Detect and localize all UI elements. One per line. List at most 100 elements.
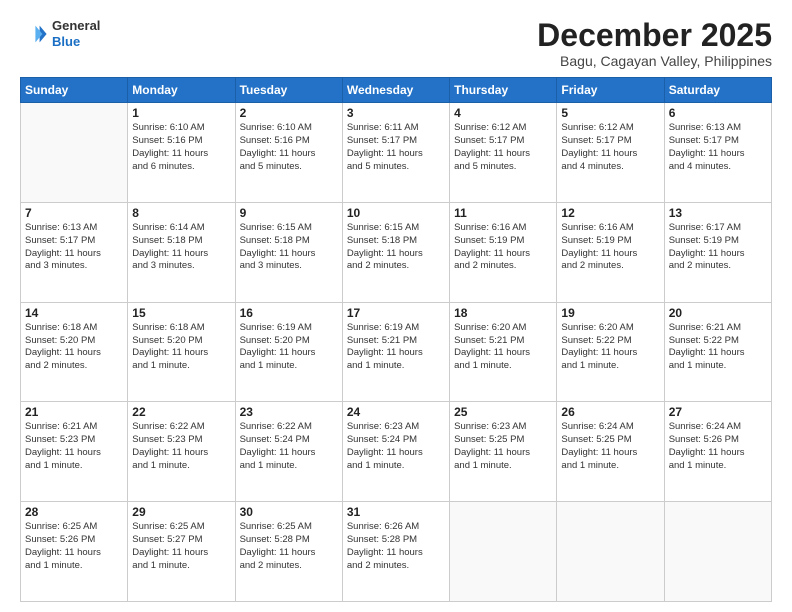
day-number: 20 [669, 306, 767, 320]
logo-icon [20, 20, 48, 48]
calendar-week-3: 14 Sunrise: 6:18 AM Sunset: 5:20 PM Dayli… [21, 302, 772, 402]
day-number: 13 [669, 206, 767, 220]
day-detail: Sunrise: 6:17 AM Sunset: 5:19 PM Dayligh… [669, 222, 767, 273]
calendar-cell: 24 Sunrise: 6:23 AM Sunset: 5:24 PM Dayli… [342, 402, 449, 502]
calendar-cell: 25 Sunrise: 6:23 AM Sunset: 5:25 PM Dayli… [450, 402, 557, 502]
day-number: 26 [561, 405, 659, 419]
page: General Blue December 2025 Bagu, Cagayan… [0, 0, 792, 612]
day-detail: Sunrise: 6:25 AM Sunset: 5:26 PM Dayligh… [25, 521, 123, 572]
day-number: 12 [561, 206, 659, 220]
calendar-body: 1Sunrise: 6:10 AM Sunset: 5:16 PM Daylig… [21, 103, 772, 602]
calendar-cell: 19 Sunrise: 6:20 AM Sunset: 5:22 PM Dayli… [557, 302, 664, 402]
day-number: 8 [132, 206, 230, 220]
calendar-cell [21, 103, 128, 203]
day-detail: Sunrise: 6:22 AM Sunset: 5:23 PM Dayligh… [132, 421, 230, 472]
calendar-cell: 5Sunrise: 6:12 AM Sunset: 5:17 PM Daylig… [557, 103, 664, 203]
calendar-cell: 14 Sunrise: 6:18 AM Sunset: 5:20 PM Dayli… [21, 302, 128, 402]
day-detail: Sunrise: 6:11 AM Sunset: 5:17 PM Dayligh… [347, 122, 445, 173]
day-number: 7 [25, 206, 123, 220]
day-detail: Sunrise: 6:18 AM Sunset: 5:20 PM Dayligh… [25, 322, 123, 373]
calendar-cell: 18Sunrise: 6:20 AM Sunset: 5:21 PM Dayli… [450, 302, 557, 402]
calendar-cell: 15 Sunrise: 6:18 AM Sunset: 5:20 PM Dayli… [128, 302, 235, 402]
logo-blue: Blue [52, 34, 100, 50]
day-detail: Sunrise: 6:16 AM Sunset: 5:19 PM Dayligh… [561, 222, 659, 273]
calendar-week-5: 28 Sunrise: 6:25 AM Sunset: 5:26 PM Dayli… [21, 502, 772, 602]
day-number: 21 [25, 405, 123, 419]
calendar-cell: 1Sunrise: 6:10 AM Sunset: 5:16 PM Daylig… [128, 103, 235, 203]
calendar-week-4: 21 Sunrise: 6:21 AM Sunset: 5:23 PM Dayli… [21, 402, 772, 502]
day-number: 25 [454, 405, 552, 419]
day-detail: Sunrise: 6:16 AM Sunset: 5:19 PM Dayligh… [454, 222, 552, 273]
calendar-cell: 11 Sunrise: 6:16 AM Sunset: 5:19 PM Dayli… [450, 202, 557, 302]
day-detail: Sunrise: 6:24 AM Sunset: 5:25 PM Dayligh… [561, 421, 659, 472]
day-number: 3 [347, 106, 445, 120]
day-number: 29 [132, 505, 230, 519]
day-detail: Sunrise: 6:20 AM Sunset: 5:22 PM Dayligh… [561, 322, 659, 373]
calendar-cell: 2Sunrise: 6:10 AM Sunset: 5:16 PM Daylig… [235, 103, 342, 203]
day-detail: Sunrise: 6:23 AM Sunset: 5:24 PM Dayligh… [347, 421, 445, 472]
weekday-header-sunday: Sunday [21, 78, 128, 103]
logo: General Blue [20, 18, 100, 49]
calendar-cell: 30Sunrise: 6:25 AM Sunset: 5:28 PM Dayli… [235, 502, 342, 602]
day-detail: Sunrise: 6:24 AM Sunset: 5:26 PM Dayligh… [669, 421, 767, 472]
day-number: 2 [240, 106, 338, 120]
day-detail: Sunrise: 6:21 AM Sunset: 5:22 PM Dayligh… [669, 322, 767, 373]
day-detail: Sunrise: 6:15 AM Sunset: 5:18 PM Dayligh… [240, 222, 338, 273]
calendar-cell: 31 Sunrise: 6:26 AM Sunset: 5:28 PM Dayli… [342, 502, 449, 602]
day-detail: Sunrise: 6:10 AM Sunset: 5:16 PM Dayligh… [132, 122, 230, 173]
day-number: 27 [669, 405, 767, 419]
day-number: 22 [132, 405, 230, 419]
calendar-cell: 21 Sunrise: 6:21 AM Sunset: 5:23 PM Dayli… [21, 402, 128, 502]
calendar-cell: 10Sunrise: 6:15 AM Sunset: 5:18 PM Dayli… [342, 202, 449, 302]
day-number: 11 [454, 206, 552, 220]
day-detail: Sunrise: 6:21 AM Sunset: 5:23 PM Dayligh… [25, 421, 123, 472]
calendar-cell: 7 Sunrise: 6:13 AM Sunset: 5:17 PM Daylig… [21, 202, 128, 302]
day-number: 28 [25, 505, 123, 519]
day-number: 14 [25, 306, 123, 320]
calendar-cell [557, 502, 664, 602]
day-detail: Sunrise: 6:12 AM Sunset: 5:17 PM Dayligh… [561, 122, 659, 173]
day-detail: Sunrise: 6:26 AM Sunset: 5:28 PM Dayligh… [347, 521, 445, 572]
calendar-cell: 28 Sunrise: 6:25 AM Sunset: 5:26 PM Dayli… [21, 502, 128, 602]
day-number: 15 [132, 306, 230, 320]
calendar-cell [450, 502, 557, 602]
calendar-cell: 13 Sunrise: 6:17 AM Sunset: 5:19 PM Dayli… [664, 202, 771, 302]
calendar-cell: 3 Sunrise: 6:11 AM Sunset: 5:17 PM Daylig… [342, 103, 449, 203]
day-number: 31 [347, 505, 445, 519]
day-detail: Sunrise: 6:19 AM Sunset: 5:20 PM Dayligh… [240, 322, 338, 373]
day-detail: Sunrise: 6:13 AM Sunset: 5:17 PM Dayligh… [669, 122, 767, 173]
day-number: 19 [561, 306, 659, 320]
calendar-header: SundayMondayTuesdayWednesdayThursdayFrid… [21, 78, 772, 103]
calendar-cell: 9Sunrise: 6:15 AM Sunset: 5:18 PM Daylig… [235, 202, 342, 302]
weekday-header-saturday: Saturday [664, 78, 771, 103]
weekday-header-monday: Monday [128, 78, 235, 103]
day-detail: Sunrise: 6:20 AM Sunset: 5:21 PM Dayligh… [454, 322, 552, 373]
calendar-cell: 17 Sunrise: 6:19 AM Sunset: 5:21 PM Dayli… [342, 302, 449, 402]
calendar-table: SundayMondayTuesdayWednesdayThursdayFrid… [20, 77, 772, 602]
calendar-cell: 26 Sunrise: 6:24 AM Sunset: 5:25 PM Dayli… [557, 402, 664, 502]
day-detail: Sunrise: 6:18 AM Sunset: 5:20 PM Dayligh… [132, 322, 230, 373]
calendar-cell: 6 Sunrise: 6:13 AM Sunset: 5:17 PM Daylig… [664, 103, 771, 203]
day-number: 23 [240, 405, 338, 419]
day-detail: Sunrise: 6:19 AM Sunset: 5:21 PM Dayligh… [347, 322, 445, 373]
day-detail: Sunrise: 6:15 AM Sunset: 5:18 PM Dayligh… [347, 222, 445, 273]
calendar-cell: 16 Sunrise: 6:19 AM Sunset: 5:20 PM Dayli… [235, 302, 342, 402]
day-detail: Sunrise: 6:23 AM Sunset: 5:25 PM Dayligh… [454, 421, 552, 472]
day-detail: Sunrise: 6:25 AM Sunset: 5:28 PM Dayligh… [240, 521, 338, 572]
calendar-cell: 29Sunrise: 6:25 AM Sunset: 5:27 PM Dayli… [128, 502, 235, 602]
title-block: December 2025 Bagu, Cagayan Valley, Phil… [537, 18, 772, 69]
calendar-week-2: 7 Sunrise: 6:13 AM Sunset: 5:17 PM Daylig… [21, 202, 772, 302]
day-detail: Sunrise: 6:13 AM Sunset: 5:17 PM Dayligh… [25, 222, 123, 273]
day-number: 6 [669, 106, 767, 120]
weekday-row: SundayMondayTuesdayWednesdayThursdayFrid… [21, 78, 772, 103]
location: Bagu, Cagayan Valley, Philippines [537, 53, 772, 69]
calendar-cell: 27 Sunrise: 6:24 AM Sunset: 5:26 PM Dayli… [664, 402, 771, 502]
header: General Blue December 2025 Bagu, Cagayan… [20, 18, 772, 69]
day-number: 17 [347, 306, 445, 320]
logo-general: General [52, 18, 100, 34]
day-detail: Sunrise: 6:14 AM Sunset: 5:18 PM Dayligh… [132, 222, 230, 273]
day-number: 16 [240, 306, 338, 320]
calendar-cell: 22 Sunrise: 6:22 AM Sunset: 5:23 PM Dayli… [128, 402, 235, 502]
calendar-cell: 12 Sunrise: 6:16 AM Sunset: 5:19 PM Dayli… [557, 202, 664, 302]
day-number: 24 [347, 405, 445, 419]
